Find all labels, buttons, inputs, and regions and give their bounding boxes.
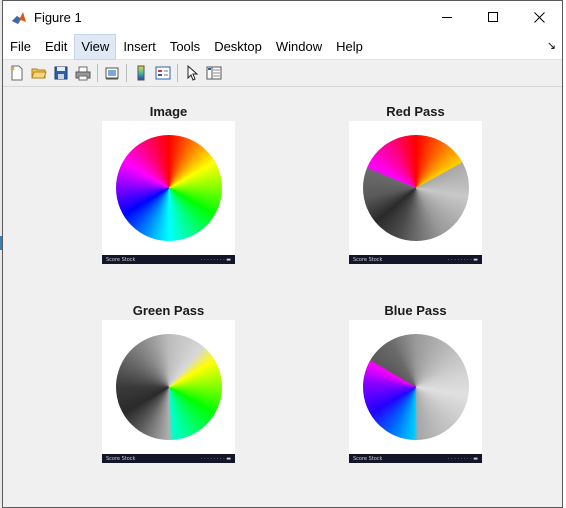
close-button[interactable] <box>516 1 562 34</box>
menu-tools[interactable]: Tools <box>163 34 207 60</box>
strip-left-text: Score Stock <box>353 256 383 263</box>
strip-left-text: Score Stock <box>353 455 383 462</box>
maximize-icon <box>487 12 498 22</box>
print-icon <box>75 66 91 81</box>
window-title: Figure 1 <box>34 10 82 25</box>
save-button[interactable] <box>50 62 72 84</box>
figure-canvas[interactable]: Image Score Stock · · · · · · · · ▬ Red … <box>3 87 562 507</box>
open-file-icon <box>31 68 47 79</box>
color-wheel-green-pass <box>116 334 222 440</box>
property-inspector-button[interactable] <box>203 62 225 84</box>
toolbar-separator <box>126 64 127 82</box>
insert-colorbar-button[interactable] <box>130 62 152 84</box>
dock-arrow-icon[interactable]: ↘ <box>547 39 556 52</box>
green-pass-caption-strip: Score Stock · · · · · · · · ▬ <box>102 454 235 463</box>
plot-title-blue-pass: Blue Pass <box>384 303 447 318</box>
blue-pass-axes[interactable]: Score Stock · · · · · · · · ▬ <box>349 320 482 463</box>
menu-view[interactable]: View <box>74 33 117 60</box>
matlab-logo-icon <box>11 10 27 26</box>
red-pass-caption-strip: Score Stock · · · · · · · · ▬ <box>349 255 482 264</box>
color-wheel-red-pass <box>363 135 469 241</box>
color-wheel-image <box>116 135 222 241</box>
plot-title-green-pass: Green Pass <box>132 303 205 318</box>
strip-right-text: · · · · · · · · ▬ <box>447 455 478 462</box>
strip-right-text: · · · · · · · · ▬ <box>200 256 231 263</box>
strip-right-text: · · · · · · · · ▬ <box>447 256 478 263</box>
insert-legend-button[interactable] <box>152 62 174 84</box>
minimize-button[interactable] <box>424 1 470 34</box>
red-pass-axes[interactable]: Score Stock · · · · · · · · ▬ <box>349 121 482 264</box>
blue-pass-caption-strip: Score Stock · · · · · · · · ▬ <box>349 454 482 463</box>
maximize-button[interactable] <box>470 1 516 34</box>
save-icon <box>54 66 68 80</box>
toolbar-separator <box>177 64 178 82</box>
image-axes[interactable]: Score Stock · · · · · · · · ▬ <box>102 121 235 264</box>
strip-left-text: Score Stock <box>106 256 136 263</box>
close-icon <box>533 12 545 23</box>
edit-plot-arrow-icon <box>187 65 199 81</box>
strip-left-text: Score Stock <box>106 455 136 462</box>
link-plot-icon <box>105 67 119 80</box>
menu-desktop[interactable]: Desktop <box>207 34 269 60</box>
property-inspector-icon <box>206 66 222 80</box>
menu-edit[interactable]: Edit <box>38 34 74 60</box>
toolbar-separator <box>97 64 98 82</box>
color-wheel-blue-pass <box>363 334 469 440</box>
open-file-button[interactable] <box>28 62 50 84</box>
print-button[interactable] <box>72 62 94 84</box>
insert-legend-icon <box>155 66 171 80</box>
figure-toolbar <box>3 60 562 87</box>
insert-colorbar-icon <box>137 65 145 81</box>
link-plot-button[interactable] <box>101 62 123 84</box>
minimize-icon <box>441 17 452 18</box>
plot-title-red-pass: Red Pass <box>386 104 445 119</box>
green-pass-axes[interactable]: Score Stock · · · · · · · · ▬ <box>102 320 235 463</box>
menu-bar: File Edit View Insert Tools Desktop Wind… <box>3 33 562 60</box>
plot-title-image: Image <box>149 104 188 119</box>
strip-right-text: · · · · · · · · ▬ <box>200 455 231 462</box>
edit-plot-button[interactable] <box>181 62 203 84</box>
figure-window: Figure 1 File Edit View Insert Tools Des… <box>2 0 563 508</box>
menu-window[interactable]: Window <box>269 34 329 60</box>
new-figure-button[interactable] <box>6 62 28 84</box>
menu-file[interactable]: File <box>3 34 38 60</box>
title-bar[interactable]: Figure 1 <box>3 1 562 34</box>
menu-insert[interactable]: Insert <box>116 34 163 60</box>
image-caption-strip: Score Stock · · · · · · · · ▬ <box>102 255 235 264</box>
menu-help[interactable]: Help <box>329 34 370 60</box>
new-figure-icon <box>10 65 23 81</box>
